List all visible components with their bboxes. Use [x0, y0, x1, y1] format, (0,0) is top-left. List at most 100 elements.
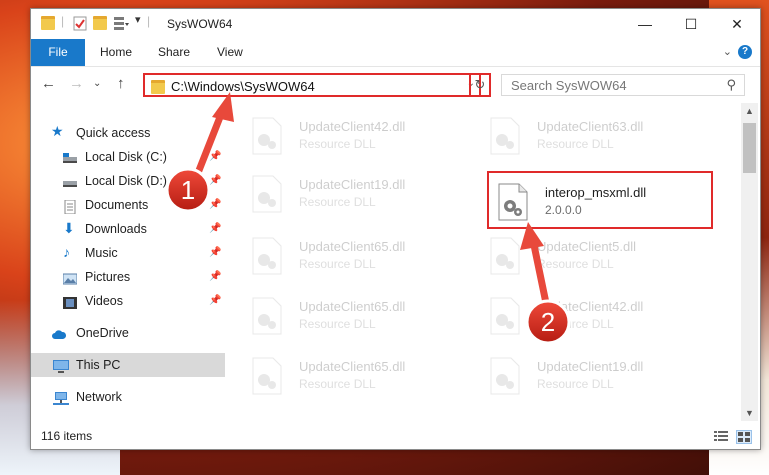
nav-videos[interactable]: Videos 📌 — [31, 289, 225, 313]
file-item[interactable]: UpdateClient65.dll Resource DLL — [241, 349, 471, 399]
help-icon[interactable]: ? — [738, 45, 752, 59]
network-icon — [53, 390, 69, 405]
nav-label: Local Disk (C:) — [85, 150, 167, 164]
folder-icon — [151, 80, 165, 97]
file-name: UpdateClient42.dll — [299, 119, 406, 134]
pin-icon[interactable]: 📌 — [209, 289, 221, 313]
recent-locations-icon[interactable]: ⌄ — [93, 78, 101, 89]
tab-share[interactable]: Share — [158, 39, 190, 66]
pin-icon[interactable]: 📌 — [209, 241, 221, 265]
nav-local-disk-c[interactable]: Local Disk (C:) 📌 — [31, 145, 225, 169]
nav-label: Network — [76, 390, 122, 404]
file-item[interactable]: UpdateClient63.dll Resource DLL — [479, 109, 709, 159]
up-arrow-icon[interactable]: ↑ — [117, 75, 125, 92]
title-bar: | ▾ | SysWOW64 — ☐ ✕ — [31, 9, 760, 39]
music-icon: ♪ — [63, 244, 70, 260]
explorer-window: | ▾ | SysWOW64 — ☐ ✕ File Home Share Vie… — [30, 8, 761, 450]
file-description: Resource DLL — [299, 195, 376, 209]
nav-downloads[interactable]: ⬇ Downloads 📌 — [31, 217, 225, 241]
scrollbar-thumb[interactable] — [743, 123, 756, 173]
file-item[interactable]: UpdateClient65.dll Resource DLL — [241, 229, 471, 279]
file-description: Resource DLL — [537, 257, 614, 271]
tab-home[interactable]: Home — [100, 39, 132, 66]
file-item[interactable]: UpdateClient19.dll Resource DLL — [479, 349, 709, 399]
dll-file-icon — [498, 183, 528, 221]
videos-icon — [63, 294, 77, 309]
refresh-button[interactable]: ↻ — [469, 73, 491, 97]
properties-icon[interactable] — [73, 15, 87, 31]
vertical-scrollbar[interactable]: ▲ ▼ — [741, 103, 758, 421]
drive-icon — [63, 174, 77, 188]
nav-local-disk-d[interactable]: Local Disk (D:) 📌 — [31, 169, 225, 193]
search-icon[interactable]: ⚲ — [726, 77, 736, 93]
dll-file-icon — [252, 297, 282, 335]
cloud-icon — [51, 326, 67, 340]
nav-music[interactable]: ♪ Music 📌 — [31, 241, 225, 265]
pin-icon[interactable]: 📌 — [209, 265, 221, 289]
file-description: Resource DLL — [537, 317, 614, 331]
search-input[interactable]: Search SysWOW64 ⚲ — [501, 74, 745, 96]
address-row: ← → ⌄ ↑ C:\Windows\SysWOW64 ⌄ ↻ Search S… — [31, 67, 760, 103]
dll-file-icon — [490, 357, 520, 395]
tab-view[interactable]: View — [217, 39, 243, 66]
file-item[interactable]: UpdateClient42.dll Resource DLL — [479, 289, 709, 339]
nav-network[interactable]: Network — [31, 385, 225, 409]
address-bar[interactable]: C:\Windows\SysWOW64 ⌄ — [143, 73, 481, 97]
nav-label: This PC — [76, 358, 121, 372]
highlighted-file-item[interactable]: interop_msxml.dll 2.0.0.0 — [487, 171, 713, 229]
file-name: UpdateClient65.dll — [299, 299, 406, 314]
pin-icon[interactable]: 📌 — [209, 193, 221, 217]
tab-file[interactable]: File — [31, 39, 85, 66]
pin-icon[interactable]: 📌 — [209, 169, 221, 193]
dll-file-icon — [252, 175, 282, 213]
file-description: Resource DLL — [537, 137, 614, 151]
nav-documents[interactable]: Documents 📌 — [31, 193, 225, 217]
pin-icon[interactable]: 📌 — [209, 145, 221, 169]
maximize-button[interactable]: ☐ — [668, 9, 714, 39]
file-description: Resource DLL — [537, 377, 614, 391]
new-folder-icon[interactable] — [93, 16, 107, 32]
file-item[interactable]: UpdateClient65.dll Resource DLL — [241, 289, 471, 339]
scroll-up-icon[interactable]: ▲ — [745, 106, 754, 116]
file-name: UpdateClient19.dll — [299, 177, 406, 192]
quick-access-dropdown-icon[interactable]: ▾ — [135, 13, 141, 29]
file-item[interactable]: UpdateClient42.dll Resource DLL — [241, 109, 471, 159]
minimize-button[interactable]: — — [622, 9, 668, 39]
file-name: UpdateClient65.dll — [299, 359, 406, 374]
file-name: UpdateClient19.dll — [537, 359, 644, 374]
details-view-icon[interactable] — [714, 430, 728, 442]
nav-label: Downloads — [85, 222, 147, 236]
computer-icon — [53, 358, 69, 373]
tiles-view-icon[interactable] — [736, 430, 752, 444]
pictures-icon — [62, 270, 78, 285]
customize-icon[interactable] — [113, 15, 129, 31]
refresh-icon: ↻ — [474, 77, 486, 92]
ribbon-tabs: File Home Share View ⌄ ? — [31, 39, 760, 67]
nav-label: OneDrive — [76, 326, 129, 340]
file-description: Resource DLL — [299, 317, 376, 331]
file-list: UpdateClient42.dll Resource DLL UpdateCl… — [241, 103, 741, 421]
address-path[interactable]: C:\Windows\SysWOW64 — [171, 79, 315, 94]
status-bar: 116 items — [31, 423, 760, 449]
pin-icon[interactable]: 📌 — [209, 217, 221, 241]
file-name: UpdateClient65.dll — [299, 239, 406, 254]
nav-pictures[interactable]: Pictures 📌 — [31, 265, 225, 289]
window-title: SysWOW64 — [167, 17, 233, 31]
nav-label: Pictures — [85, 270, 131, 284]
search-placeholder: Search SysWOW64 — [511, 78, 627, 93]
file-version: 2.0.0.0 — [545, 203, 582, 217]
back-arrow-icon[interactable]: ← — [41, 75, 56, 92]
file-item[interactable]: UpdateClient19.dll Resource DLL — [241, 167, 471, 217]
scroll-down-icon[interactable]: ▼ — [745, 408, 754, 418]
expand-ribbon-icon[interactable]: ⌄ — [723, 45, 732, 58]
nav-this-pc[interactable]: This PC — [31, 353, 225, 377]
nav-onedrive[interactable]: OneDrive — [31, 321, 225, 345]
navigation-pane: ★ Quick access Local Disk (C:) 📌 Local D… — [31, 103, 227, 421]
forward-arrow-icon[interactable]: → — [69, 75, 84, 92]
close-button[interactable]: ✕ — [714, 9, 760, 39]
nav-label: Videos — [85, 294, 123, 308]
nav-label: Documents — [85, 198, 149, 212]
nav-quick-access[interactable]: ★ Quick access — [31, 121, 225, 145]
nav-label: Quick access — [76, 126, 151, 140]
file-item[interactable]: UpdateClient5.dll Resource DLL — [479, 229, 709, 279]
